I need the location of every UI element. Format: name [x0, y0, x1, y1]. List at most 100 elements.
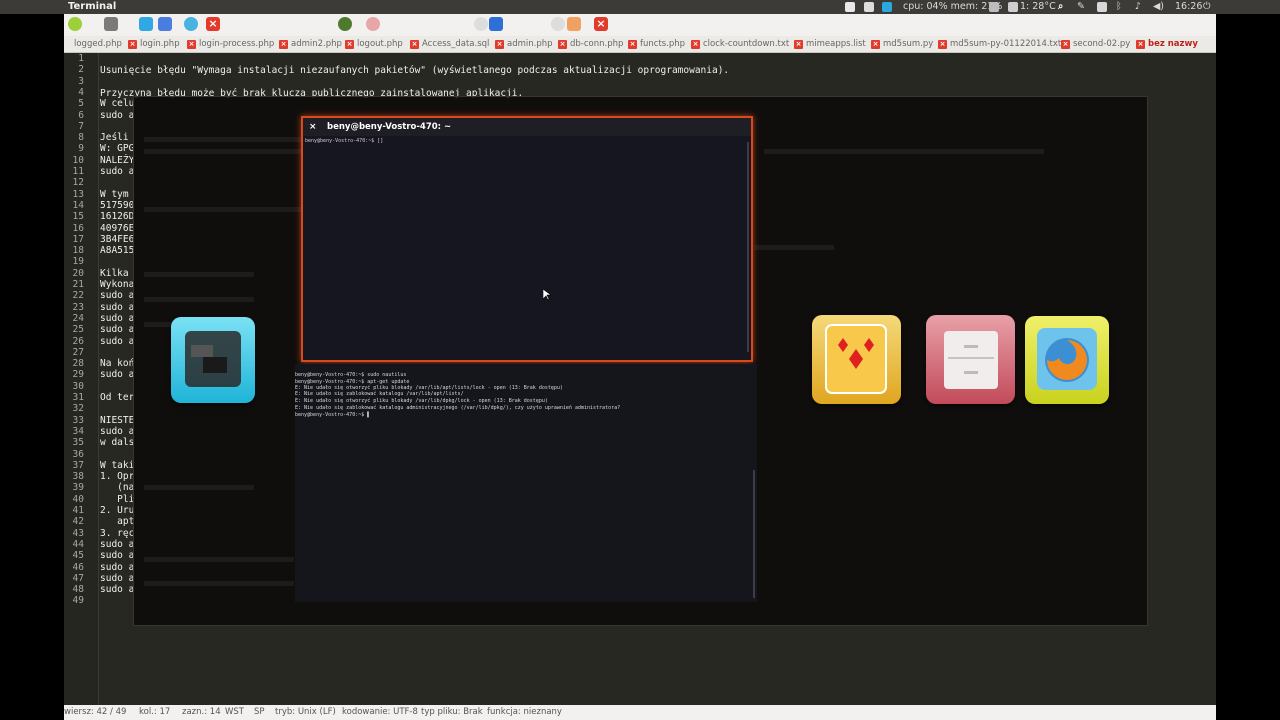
volume-icon[interactable]: ◀): [1153, 0, 1164, 14]
editor-line-prefix: sudo a: [100, 369, 135, 381]
status-file-type: typ pliku: Brak: [421, 707, 483, 717]
tab-login-process-php[interactable]: × login-process.php: [187, 36, 274, 52]
left-letterbox: [0, 14, 64, 720]
terminal-titlebar[interactable]: × beny@beny-Vostro-470: ~: [303, 118, 751, 136]
tab-bez-nazwy[interactable]: × bez nazwy: [1136, 36, 1198, 52]
close-tab-icon[interactable]: ×: [794, 39, 803, 49]
tab-logout-php[interactable]: × logout.php: [345, 36, 403, 52]
mail-icon[interactable]: [989, 2, 999, 12]
close-tab-icon[interactable]: ×: [1136, 39, 1145, 49]
keyboard-icon[interactable]: [1008, 2, 1018, 12]
weather-indicator[interactable]: 1: 28°C: [1020, 0, 1056, 14]
tab-md5sum-py[interactable]: × md5sum.py: [871, 36, 933, 52]
editor-line-prefix: W taki: [100, 459, 135, 471]
bluetooth-icon[interactable]: ᛒ: [1116, 0, 1122, 14]
open-file-icon[interactable]: [104, 17, 118, 31]
tab-logged-php[interactable]: logged.php: [74, 36, 122, 52]
twitter-icon[interactable]: [882, 2, 892, 12]
clock[interactable]: 16:26: [1175, 0, 1202, 14]
compile-icon[interactable]: [338, 17, 352, 31]
tab-login-php[interactable]: × login.php: [128, 36, 180, 52]
notification-bell-icon[interactable]: ♪: [1135, 0, 1141, 14]
solitaire-app-icon[interactable]: [812, 315, 901, 404]
notes-indicator-icon[interactable]: [845, 2, 855, 12]
status-line: wiersz: 42 / 49: [64, 707, 127, 717]
line-number: 29: [72, 369, 84, 381]
tab-md5sum-py-txt[interactable]: × md5sum-py-01122014.txt: [938, 36, 1061, 52]
terminal-line: E: Nie udało się zablokować katalogu /va…: [295, 391, 464, 397]
line-number: 11: [72, 166, 84, 177]
terminal-scrollbar[interactable]: [747, 142, 749, 352]
save-icon[interactable]: [139, 17, 153, 31]
close-tab-icon[interactable]: ×: [128, 39, 137, 49]
editor-line-prefix: W celu: [100, 98, 135, 110]
close-tab-icon[interactable]: ×: [279, 39, 288, 49]
pi-icon[interactable]: [1097, 2, 1107, 12]
dropbox-icon[interactable]: [864, 2, 874, 12]
firefox-app-icon[interactable]: [1025, 316, 1109, 404]
terminal-line: beny@beny-Vostro-470:~$ sudo nautilus: [295, 372, 407, 378]
reload-icon[interactable]: [184, 17, 198, 31]
tab-functs-php[interactable]: × functs.php: [628, 36, 685, 52]
close-file-icon[interactable]: ×: [206, 17, 220, 31]
editor-line-prefix: W: GPG: [100, 143, 135, 155]
editor-line-prefix: NIESTE: [100, 414, 135, 426]
editor-line-prefix: sudo a: [100, 425, 135, 437]
editor-line-prefix: sudo a: [100, 572, 135, 584]
line-number: 46: [72, 561, 84, 573]
close-tab-icon[interactable]: ×: [187, 39, 196, 49]
editor-line-prefix: sudo a: [100, 312, 135, 324]
tab-second-02-py[interactable]: × second-02.py: [1061, 36, 1130, 52]
tab-access-data-sql[interactable]: × Access_data.sql: [410, 36, 489, 52]
pin-icon[interactable]: ✎: [1077, 0, 1085, 14]
document-tabs: logged.php × login.php × login-process.php…: [64, 36, 1216, 53]
terminal-app-icon[interactable]: [171, 317, 255, 403]
editor-line-prefix: Pli: [100, 493, 135, 505]
editor-line-prefix: Od ter: [100, 392, 135, 403]
line-number: 2: [78, 64, 84, 76]
line-number: 1: [78, 53, 84, 64]
editor-line-prefix: 3B4FE6: [100, 233, 135, 245]
terminal-prompt[interactable]: beny@beny-Vostro-470:~$ []: [305, 138, 383, 144]
close-window-icon[interactable]: ×: [309, 118, 317, 136]
close-tab-icon[interactable]: ×: [410, 39, 419, 49]
new-file-icon[interactable]: [68, 17, 82, 31]
close-tab-icon[interactable]: ×: [871, 39, 880, 49]
clear-search-icon[interactable]: [474, 17, 488, 31]
close-tab-icon[interactable]: ×: [628, 39, 637, 49]
find-icon[interactable]: [489, 17, 503, 31]
line-number: 43: [72, 527, 84, 539]
save-all-icon[interactable]: [158, 17, 172, 31]
close-tab-icon[interactable]: ×: [345, 39, 354, 49]
close-tab-icon[interactable]: ×: [495, 39, 504, 49]
close-tab-icon[interactable]: ×: [1061, 39, 1070, 49]
line-number: 41: [72, 505, 84, 516]
terminal-window-focused[interactable]: × beny@beny-Vostro-470: ~ beny@beny-Vost…: [301, 116, 753, 362]
tab-admin-php[interactable]: × admin.php: [495, 36, 553, 52]
line-number: 3: [78, 75, 84, 87]
search-icon[interactable]: ⌕: [1058, 0, 1063, 14]
clear-goto-icon[interactable]: [551, 17, 565, 31]
status-insert-mode: WST: [225, 707, 244, 717]
tab-mimeapps-list[interactable]: × mimeapps.list: [794, 36, 866, 52]
line-number: 48: [72, 584, 84, 596]
power-icon[interactable]: ⏻: [1203, 0, 1211, 14]
tab-clock-countdown-txt[interactable]: × clock-countdown.txt: [691, 36, 789, 52]
quit-icon[interactable]: ×: [594, 17, 608, 31]
line-number: 6: [78, 109, 84, 121]
close-tab-icon[interactable]: ×: [691, 39, 700, 49]
archive-app-icon[interactable]: [926, 315, 1015, 404]
tab-admin2-php[interactable]: × admin2.php: [279, 36, 342, 52]
line-number: 19: [72, 256, 84, 268]
close-tab-icon[interactable]: ×: [558, 39, 567, 49]
system-load-indicator[interactable]: cpu: 04% mem: 21%: [903, 0, 1002, 14]
tab-db-conn-php[interactable]: × db-conn.php: [558, 36, 623, 52]
close-tab-icon[interactable]: ×: [938, 39, 947, 49]
editor-line-prefix: 3. ręc: [100, 527, 135, 539]
editor-line-prefix: 517590: [100, 199, 135, 211]
terminal-scrollbar[interactable]: [753, 470, 755, 598]
jump-to-line-icon[interactable]: [567, 17, 581, 31]
terminal-window-second[interactable]: beny@beny-Vostro-470:~$ sudo nautilus be…: [295, 364, 757, 602]
editor-line-prefix: apt: [100, 516, 135, 528]
build-icon[interactable]: [366, 17, 380, 31]
